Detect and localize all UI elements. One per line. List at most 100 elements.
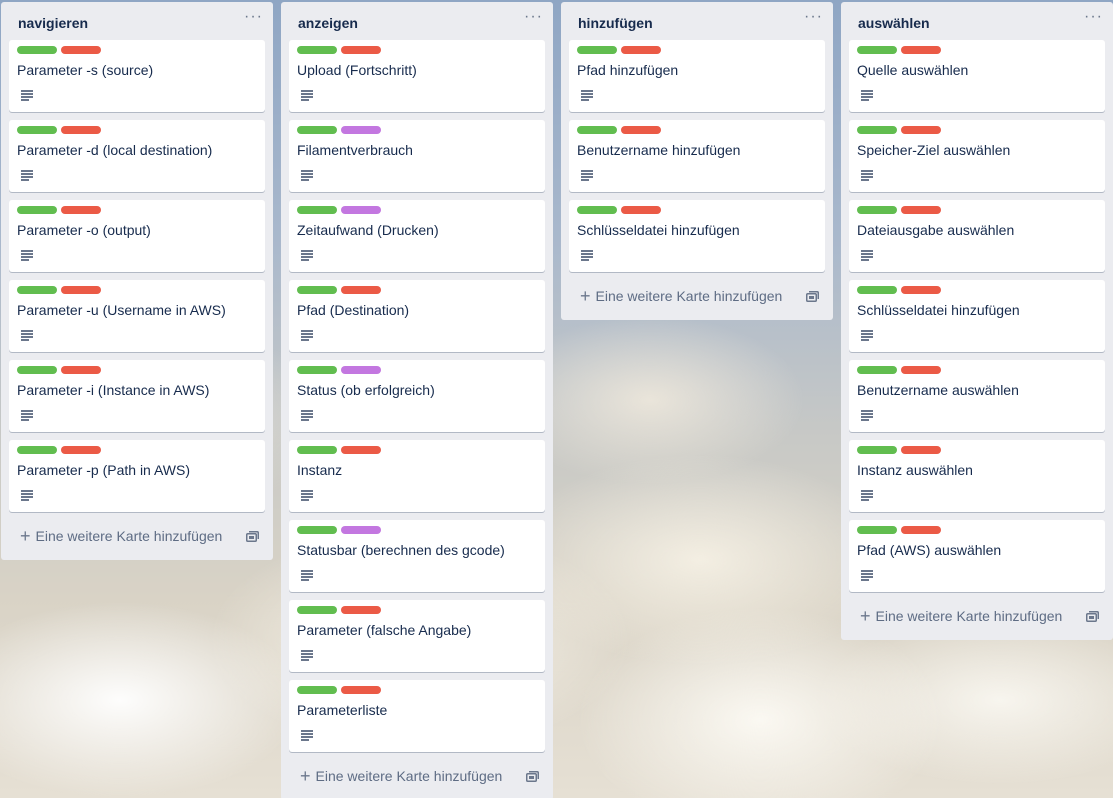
label-green[interactable] <box>857 446 897 454</box>
card[interactable]: Instanz <box>289 440 545 512</box>
label-red[interactable] <box>901 46 941 54</box>
label-red[interactable] <box>901 526 941 534</box>
create-from-template-icon[interactable] <box>526 771 539 782</box>
more-options-icon[interactable]: ··· <box>1084 9 1103 25</box>
label-green[interactable] <box>297 446 337 454</box>
card[interactable]: Schlüsseldatei hinzufügen <box>569 200 825 272</box>
label-red[interactable] <box>61 286 101 294</box>
label-green[interactable] <box>297 206 337 214</box>
list-header[interactable]: auswählen ··· <box>841 2 1113 40</box>
more-options-icon[interactable]: ··· <box>804 9 823 25</box>
card[interactable]: Schlüsseldatei hinzufügen <box>849 280 1105 352</box>
card[interactable]: Benutzername auswählen <box>849 360 1105 432</box>
card[interactable]: Parameterliste <box>289 680 545 752</box>
card[interactable]: Filamentverbrauch <box>289 120 545 192</box>
label-red[interactable] <box>61 206 101 214</box>
label-red[interactable] <box>901 206 941 214</box>
card[interactable]: Parameter -s (source) <box>9 40 265 112</box>
card[interactable]: Statusbar (berechnen des gcode) <box>289 520 545 592</box>
more-options-icon[interactable]: ··· <box>524 9 543 25</box>
card[interactable]: Upload (Fortschritt) <box>289 40 545 112</box>
card-labels <box>297 526 381 534</box>
label-green[interactable] <box>857 366 897 374</box>
label-green[interactable] <box>577 206 617 214</box>
label-red[interactable] <box>621 126 661 134</box>
label-red[interactable] <box>61 126 101 134</box>
label-green[interactable] <box>17 126 57 134</box>
card[interactable]: Status (ob erfolgreich) <box>289 360 545 432</box>
label-purple[interactable] <box>341 526 381 534</box>
label-red[interactable] <box>901 126 941 134</box>
card[interactable]: Parameter (falsche Angabe) <box>289 600 545 672</box>
label-green[interactable] <box>857 126 897 134</box>
card[interactable]: Parameter -p (Path in AWS) <box>9 440 265 512</box>
add-card-button[interactable]: + Eine weitere Karte hinzufügen <box>300 767 502 785</box>
label-green[interactable] <box>857 526 897 534</box>
label-red[interactable] <box>901 366 941 374</box>
label-red[interactable] <box>341 46 381 54</box>
label-green[interactable] <box>297 286 337 294</box>
card[interactable]: Pfad (AWS) auswählen <box>849 520 1105 592</box>
label-green[interactable] <box>857 46 897 54</box>
card[interactable]: Instanz auswählen <box>849 440 1105 512</box>
add-card-button[interactable]: + Eine weitere Karte hinzufügen <box>580 287 782 305</box>
card[interactable]: Quelle auswählen <box>849 40 1105 112</box>
list-header[interactable]: anzeigen ··· <box>281 2 553 40</box>
label-red[interactable] <box>61 446 101 454</box>
card[interactable]: Parameter -d (local destination) <box>9 120 265 192</box>
label-green[interactable] <box>297 46 337 54</box>
label-red[interactable] <box>341 606 381 614</box>
label-purple[interactable] <box>341 206 381 214</box>
list-header[interactable]: navigieren ··· <box>1 2 273 40</box>
label-red[interactable] <box>341 446 381 454</box>
create-from-template-icon[interactable] <box>806 291 819 302</box>
label-red[interactable] <box>901 446 941 454</box>
label-purple[interactable] <box>341 126 381 134</box>
add-card-button[interactable]: + Eine weitere Karte hinzufügen <box>860 607 1063 625</box>
label-green[interactable] <box>857 286 897 294</box>
create-from-template-icon[interactable] <box>1086 611 1099 622</box>
label-green[interactable] <box>17 206 57 214</box>
create-from-template-icon[interactable] <box>246 531 259 542</box>
card[interactable]: Zeitaufwand (Drucken) <box>289 200 545 272</box>
card[interactable]: Pfad hinzufügen <box>569 40 825 112</box>
label-red[interactable] <box>621 46 661 54</box>
label-green[interactable] <box>17 446 57 454</box>
label-green[interactable] <box>857 206 897 214</box>
card-labels <box>857 366 941 374</box>
label-green[interactable] <box>297 366 337 374</box>
card-title: Parameterliste <box>297 702 388 718</box>
label-green[interactable] <box>577 46 617 54</box>
list-title[interactable]: navigieren <box>18 15 88 31</box>
add-card-label: Eine weitere Karte hinzufügen <box>875 608 1063 624</box>
label-purple[interactable] <box>341 366 381 374</box>
label-red[interactable] <box>341 686 381 694</box>
card[interactable]: Benutzername hinzufügen <box>569 120 825 192</box>
label-green[interactable] <box>17 286 57 294</box>
board: navigieren ··· Parameter -s (source) Parame… <box>0 0 1113 798</box>
label-green[interactable] <box>297 686 337 694</box>
card[interactable]: Pfad (Destination) <box>289 280 545 352</box>
label-green[interactable] <box>17 46 57 54</box>
label-red[interactable] <box>61 46 101 54</box>
add-card-button[interactable]: + Eine weitere Karte hinzufügen <box>20 527 222 545</box>
label-green[interactable] <box>297 526 337 534</box>
more-options-icon[interactable]: ··· <box>244 9 263 25</box>
list-header[interactable]: hinzufügen ··· <box>561 2 833 40</box>
card[interactable]: Dateiausgabe auswählen <box>849 200 1105 272</box>
label-red[interactable] <box>621 206 661 214</box>
label-green[interactable] <box>17 366 57 374</box>
card[interactable]: Speicher-Ziel auswählen <box>849 120 1105 192</box>
label-red[interactable] <box>341 286 381 294</box>
label-green[interactable] <box>297 606 337 614</box>
list-title[interactable]: auswählen <box>858 15 930 31</box>
list-title[interactable]: anzeigen <box>298 15 358 31</box>
label-red[interactable] <box>901 286 941 294</box>
card[interactable]: Parameter -u (Username in AWS) <box>9 280 265 352</box>
card[interactable]: Parameter -i (Instance in AWS) <box>9 360 265 432</box>
label-green[interactable] <box>297 126 337 134</box>
card[interactable]: Parameter -o (output) <box>9 200 265 272</box>
label-green[interactable] <box>577 126 617 134</box>
list-title[interactable]: hinzufügen <box>578 15 653 31</box>
label-red[interactable] <box>61 366 101 374</box>
